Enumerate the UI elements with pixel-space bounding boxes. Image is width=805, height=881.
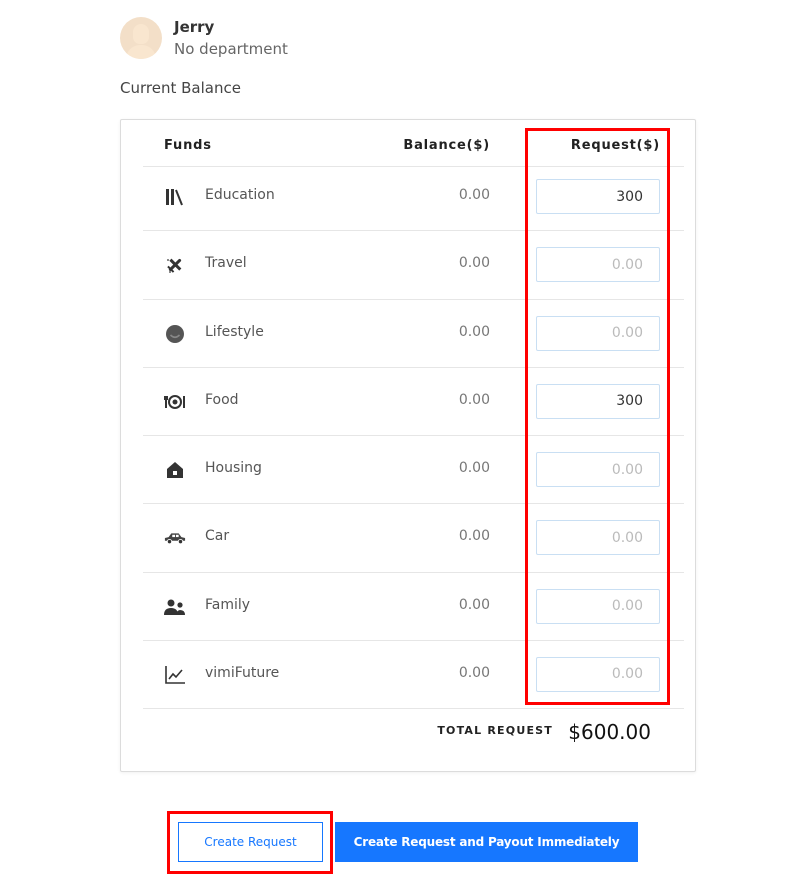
fund-balance: 0.00 — [458, 460, 490, 476]
fund-balance: 0.00 — [458, 528, 490, 545]
fund-balance: 0.00 — [458, 187, 490, 203]
house-icon — [164, 460, 186, 480]
table-row: Lifestyle 0.00 — [143, 300, 684, 368]
food-icon — [164, 392, 186, 412]
user-name: Jerry — [174, 18, 215, 36]
fund-balance: 0.00 — [458, 255, 490, 272]
books-icon — [164, 187, 186, 207]
table-row: Housing 0.00 — [143, 436, 684, 505]
request-input-food[interactable] — [536, 383, 660, 419]
car-icon — [164, 528, 186, 548]
family-icon — [164, 597, 186, 617]
total-value: $600.00 — [568, 720, 651, 744]
fund-label: Car — [205, 528, 230, 545]
table-row: Car 0.00 — [143, 504, 684, 573]
fund-label: Family — [205, 596, 251, 613]
request-input-lifestyle[interactable] — [536, 315, 660, 351]
table-row: Education 0.00 — [143, 163, 684, 232]
section-title: Current Balance — [120, 79, 241, 97]
fund-label: Travel — [205, 255, 247, 272]
fund-balance: 0.00 — [458, 323, 490, 340]
request-input-travel[interactable] — [536, 247, 660, 283]
fund-label: Food — [205, 391, 239, 408]
table-row: Travel 0.00 — [143, 231, 684, 300]
fund-label: Education — [205, 187, 275, 203]
chart-icon — [164, 665, 186, 685]
fund-label: Lifestyle — [205, 323, 264, 340]
table-row: vimiFuture 0.00 — [143, 641, 684, 709]
create-request-button[interactable]: Create Request — [178, 822, 323, 862]
table-row: Family 0.00 — [143, 573, 684, 641]
fund-label: vimiFuture — [205, 664, 280, 681]
plane-icon — [164, 255, 186, 275]
total-label: TOTAL REQUEST — [437, 724, 553, 737]
user-department: No department — [174, 40, 288, 58]
fund-balance: 0.00 — [458, 391, 490, 408]
fund-balance: 0.00 — [458, 596, 490, 613]
request-input-family[interactable] — [536, 588, 660, 624]
fund-rows: Education 0.00 Travel 0.00 Lifestyle 0.0… — [143, 163, 684, 709]
header-request: Request($) — [570, 138, 660, 153]
request-input-education[interactable] — [536, 179, 660, 214]
create-request-payout-button[interactable]: Create Request and Payout Immediately — [335, 822, 638, 862]
fund-balance: 0.00 — [458, 664, 490, 681]
request-input-car[interactable] — [536, 520, 660, 556]
table-row: Food 0.00 — [143, 368, 684, 436]
fund-label: Housing — [205, 460, 262, 476]
request-input-housing[interactable] — [536, 452, 660, 487]
header-funds: Funds — [164, 138, 212, 153]
request-input-vimifuture[interactable] — [536, 656, 660, 692]
header-balance: Balance($) — [403, 138, 490, 153]
user-profile: Jerry No department — [120, 14, 288, 62]
smile-icon — [164, 324, 186, 344]
total-request: TOTAL REQUEST $600.00 — [121, 720, 695, 746]
balance-card: Funds Balance($) Request($) Education 0.… — [120, 119, 696, 772]
avatar — [120, 17, 162, 59]
